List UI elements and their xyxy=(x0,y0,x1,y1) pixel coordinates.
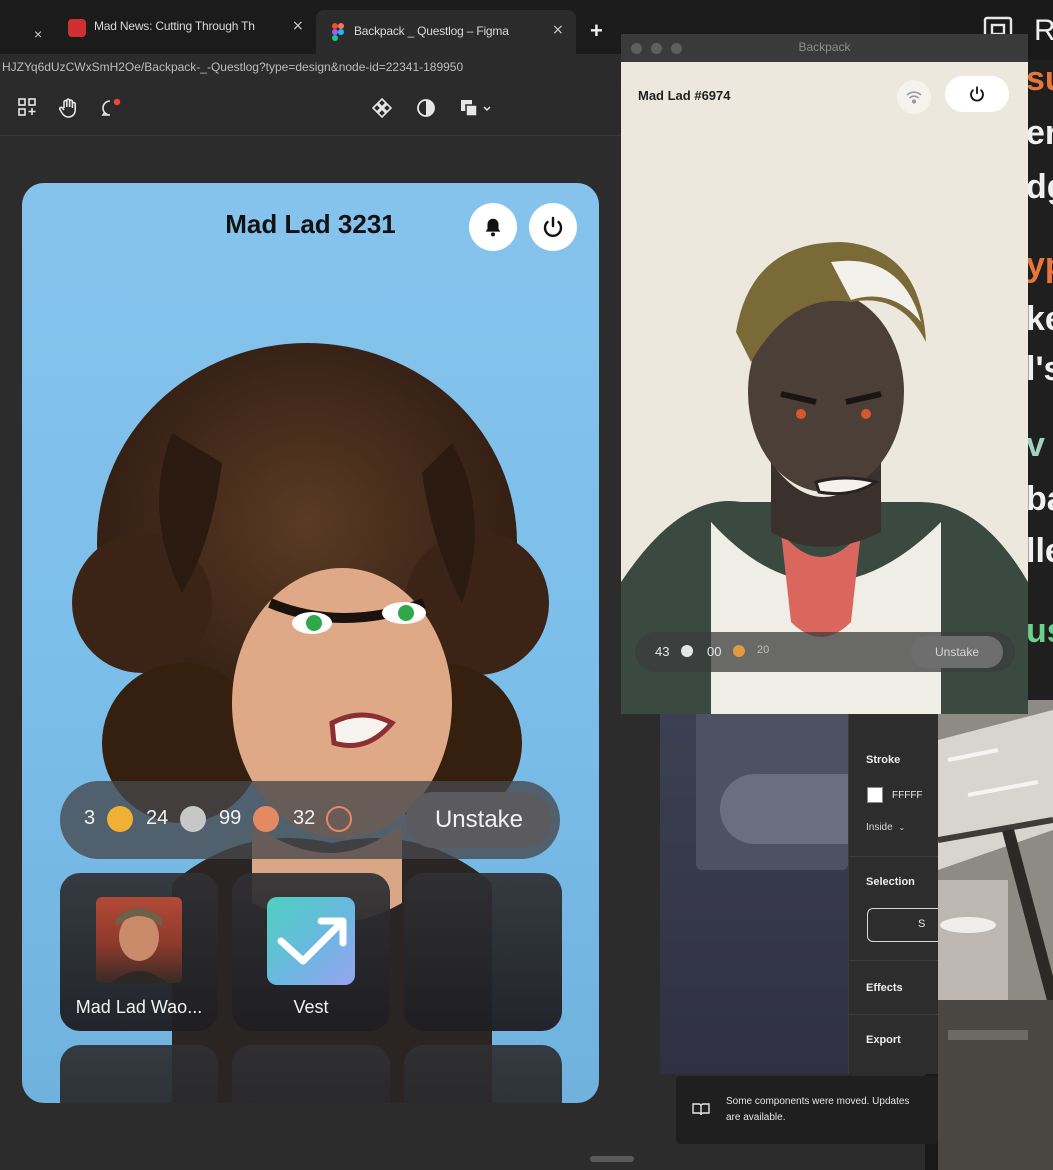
window-titlebar: Backpack xyxy=(621,34,1028,62)
tab-label: Backpack _ Questlog – Figma xyxy=(354,24,509,38)
article-text-fragment: lle xyxy=(1026,532,1053,570)
hand-tool-icon[interactable] xyxy=(58,98,78,123)
app-tile-empty[interactable] xyxy=(60,1045,218,1103)
app-tile-empty[interactable] xyxy=(404,1045,562,1103)
stroke-position-value: Inside xyxy=(866,822,893,833)
export-section-label: Export xyxy=(866,1034,901,1046)
figma-properties-panel: Stroke FFFFF Inside ⌄ Selection S Effect… xyxy=(848,714,939,1074)
article-text-fragment: ba xyxy=(1026,480,1053,518)
stroke-color-value[interactable]: FFFFF xyxy=(892,790,923,801)
power-button[interactable] xyxy=(945,76,1009,112)
power-button[interactable] xyxy=(529,203,577,251)
article-text-fragment: v xyxy=(1026,426,1045,464)
webcam-video-feed xyxy=(938,700,1053,1170)
stroke-position-select[interactable]: Inside ⌄ xyxy=(866,822,905,833)
library-book-icon xyxy=(692,1102,710,1121)
stat-value-white: 43 xyxy=(655,644,670,659)
unstake-button[interactable]: Unstake xyxy=(911,636,1003,668)
divider xyxy=(849,1014,939,1015)
bell-icon xyxy=(485,218,501,237)
selection-button-label: S xyxy=(918,918,926,930)
tab-close-icon[interactable]: × xyxy=(552,22,564,38)
stroke-color-swatch[interactable] xyxy=(867,787,883,803)
mad-lad-6974-illustration xyxy=(621,62,1028,714)
nft-name: Mad Lad #6974 xyxy=(638,88,731,103)
wifi-icon xyxy=(906,91,922,104)
background-article-text: su er dg yp ke l's v ba lle us xyxy=(1026,60,1053,700)
tab-figma-backpack[interactable]: Backpack _ Questlog – Figma × xyxy=(316,10,576,54)
canvas-frame-preview xyxy=(660,714,848,1074)
tab-mad-news[interactable]: Mad News: Cutting Through Th × xyxy=(62,10,312,44)
selection-section-label: Selection xyxy=(866,876,915,888)
comment-icon[interactable] xyxy=(100,98,122,123)
gold-coin-icon xyxy=(733,645,745,657)
wifi-button[interactable] xyxy=(897,80,931,114)
stroke-section-label: Stroke xyxy=(866,754,901,766)
phone-mockup-frame[interactable]: Mad Lad 3231 3 24 99 32 Unstake Mad Lad … xyxy=(22,183,599,1103)
mad-lad-avatar xyxy=(96,897,182,983)
tile-label: Vest xyxy=(293,997,329,1017)
article-text-fragment: su xyxy=(1026,60,1053,98)
update-notification-toast[interactable]: Some components were moved. Updates are … xyxy=(676,1076,938,1144)
outline-coin-icon xyxy=(326,806,352,832)
article-text-fragment: yp xyxy=(1026,246,1053,284)
notifications-button[interactable] xyxy=(469,203,517,251)
contrast-icon[interactable] xyxy=(416,98,436,123)
window-title: Backpack xyxy=(798,40,851,54)
tile-label: Mad Lad Wao... xyxy=(75,997,203,1017)
stat-value-gold: 3 xyxy=(84,807,96,829)
tab-label: Mad News: Cutting Through Th xyxy=(94,19,255,33)
divider xyxy=(849,960,939,961)
bronze-coin-icon xyxy=(253,806,279,832)
stat-value-gold: 00 xyxy=(707,644,722,659)
app-tile-vest[interactable]: Vest xyxy=(232,873,390,1031)
tab-close-icon[interactable]: × xyxy=(292,18,304,34)
article-text-fragment: ke xyxy=(1026,300,1053,338)
app-tile-empty[interactable] xyxy=(404,873,562,1031)
canvas-scrollbar[interactable] xyxy=(590,1156,634,1162)
figma-favicon-icon xyxy=(332,23,344,41)
first-tab-close-icon[interactable]: × xyxy=(34,17,42,51)
staking-stats-bar: 43 00 20 Unstake xyxy=(635,632,1015,672)
vest-app-icon xyxy=(267,897,355,985)
white-coin-icon xyxy=(681,645,693,657)
app-tile-mad-lad[interactable]: Mad Lad Wao... xyxy=(60,873,218,1031)
component-diamond-icon[interactable] xyxy=(371,97,393,123)
effects-section-label: Effects xyxy=(866,982,903,994)
gold-coin-icon xyxy=(107,806,133,832)
stat-value-bronze: 20 xyxy=(757,644,770,656)
article-heading-fragment: R xyxy=(1034,14,1053,47)
components-icon[interactable] xyxy=(18,98,36,121)
article-text-fragment: l's xyxy=(1026,350,1053,388)
power-icon xyxy=(543,216,563,237)
backpack-extension-window[interactable]: Backpack Mad Lad #6974 43 00 20 Unstake xyxy=(621,34,1028,714)
article-text-fragment: us xyxy=(1026,612,1053,650)
silver-coin-icon xyxy=(180,806,206,832)
staking-stats-bar: 3 24 99 32 Unstake xyxy=(60,781,560,859)
stat-value-outline: 32 xyxy=(293,807,316,829)
divider xyxy=(849,856,939,857)
url-text: HJZYq6dUzCWxSmH2Oe/Backpack-_-Questlog?t… xyxy=(2,60,464,74)
frame-pill-shape xyxy=(720,774,848,844)
mad-news-favicon-icon xyxy=(68,19,86,37)
article-text-fragment: dg xyxy=(1026,168,1053,206)
app-tile-empty[interactable] xyxy=(232,1045,390,1103)
article-text-fragment: er xyxy=(1026,114,1053,152)
new-tab-button[interactable]: + xyxy=(590,14,603,48)
chevron-down-icon: ⌄ xyxy=(898,823,906,832)
stat-value-bronze: 99 xyxy=(219,807,242,829)
toast-message: Some components were moved. Updates are … xyxy=(726,1096,910,1123)
boolean-ops-icon[interactable] xyxy=(460,98,494,123)
selection-button[interactable]: S xyxy=(867,908,939,942)
power-icon xyxy=(970,86,984,102)
unstake-button[interactable]: Unstake xyxy=(406,792,552,848)
stat-value-silver: 24 xyxy=(146,807,169,829)
